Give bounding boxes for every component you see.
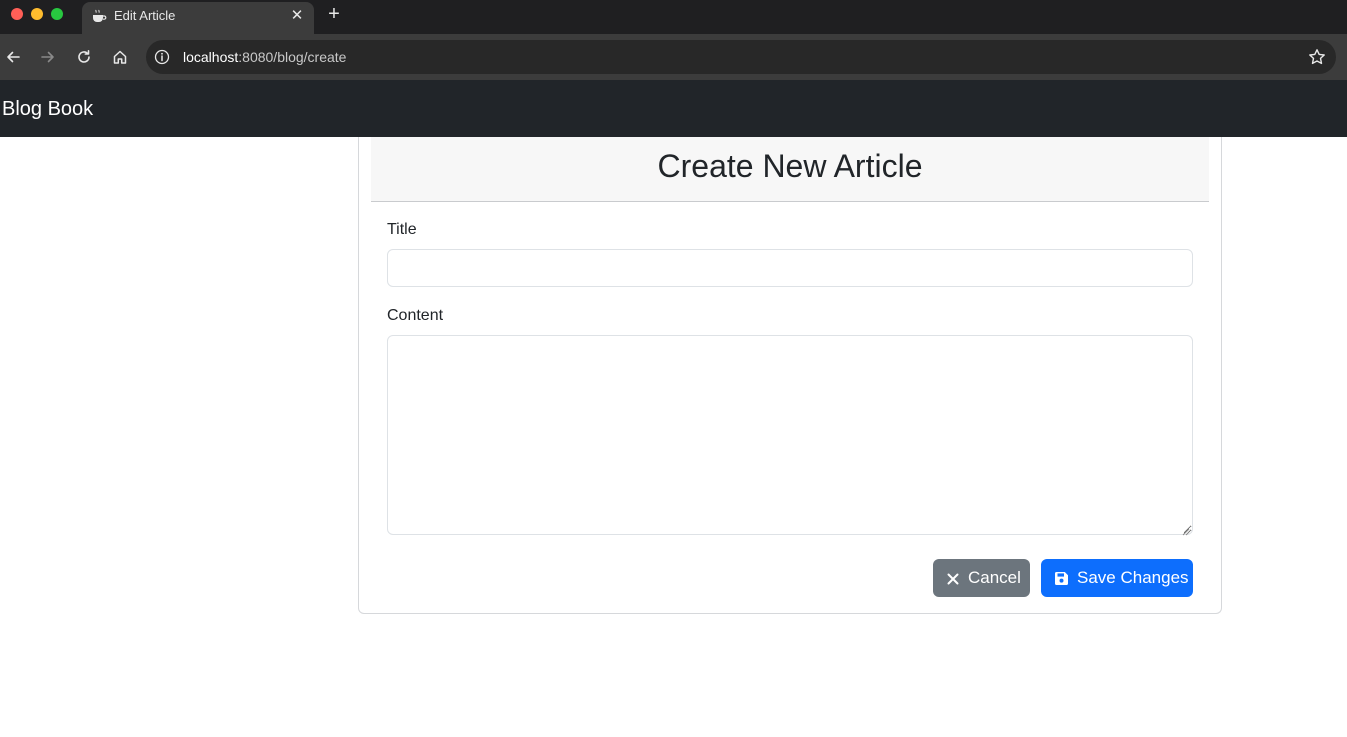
content-label: Content (387, 307, 444, 324)
maximize-window-button[interactable] (51, 8, 63, 20)
tab-title: Edit Article (114, 8, 176, 23)
new-tab-button[interactable]: + (324, 4, 344, 24)
title-label: Title (387, 221, 417, 238)
coffee-cup-icon (91, 8, 107, 24)
navbar-brand[interactable]: Blog Book (2, 97, 93, 121)
card-header: Create New Article (371, 137, 1209, 202)
tab-close-icon[interactable]: ✕ (288, 6, 306, 24)
reload-icon[interactable] (73, 46, 95, 68)
back-arrow-icon[interactable] (2, 46, 24, 68)
url-host: localhost (183, 49, 239, 65)
close-icon (946, 571, 960, 585)
resize-handle-icon[interactable] (1182, 523, 1190, 536)
browser-toolbar: localhost:8080/blog/create (0, 34, 1347, 80)
info-icon[interactable] (154, 49, 170, 65)
content-textarea[interactable] (387, 335, 1193, 535)
cancel-button[interactable]: Cancel (933, 559, 1030, 597)
home-icon[interactable] (109, 46, 131, 68)
app-navbar: Blog Book (0, 80, 1347, 137)
create-article-card: Create New Article Title Content Cancel … (358, 137, 1222, 614)
page-title: Create New Article (657, 148, 923, 184)
browser-tab-bar: Edit Article ✕ + (0, 0, 1347, 34)
url-path: :8080/blog/create (238, 49, 347, 65)
cancel-button-label: Cancel (968, 568, 1021, 587)
title-input[interactable] (387, 249, 1193, 287)
close-window-button[interactable] (11, 8, 23, 20)
forward-arrow-icon[interactable] (37, 46, 59, 68)
browser-tab[interactable]: Edit Article ✕ (82, 2, 314, 34)
minimize-window-button[interactable] (31, 8, 43, 20)
save-button-label: Save Changes (1077, 568, 1189, 587)
address-bar[interactable]: localhost:8080/blog/create (146, 40, 1336, 74)
floppy-disk-icon (1054, 571, 1069, 586)
save-changes-button[interactable]: Save Changes (1041, 559, 1193, 597)
address-url[interactable]: localhost:8080/blog/create (183, 49, 346, 65)
bookmark-star-icon[interactable] (1308, 48, 1326, 66)
